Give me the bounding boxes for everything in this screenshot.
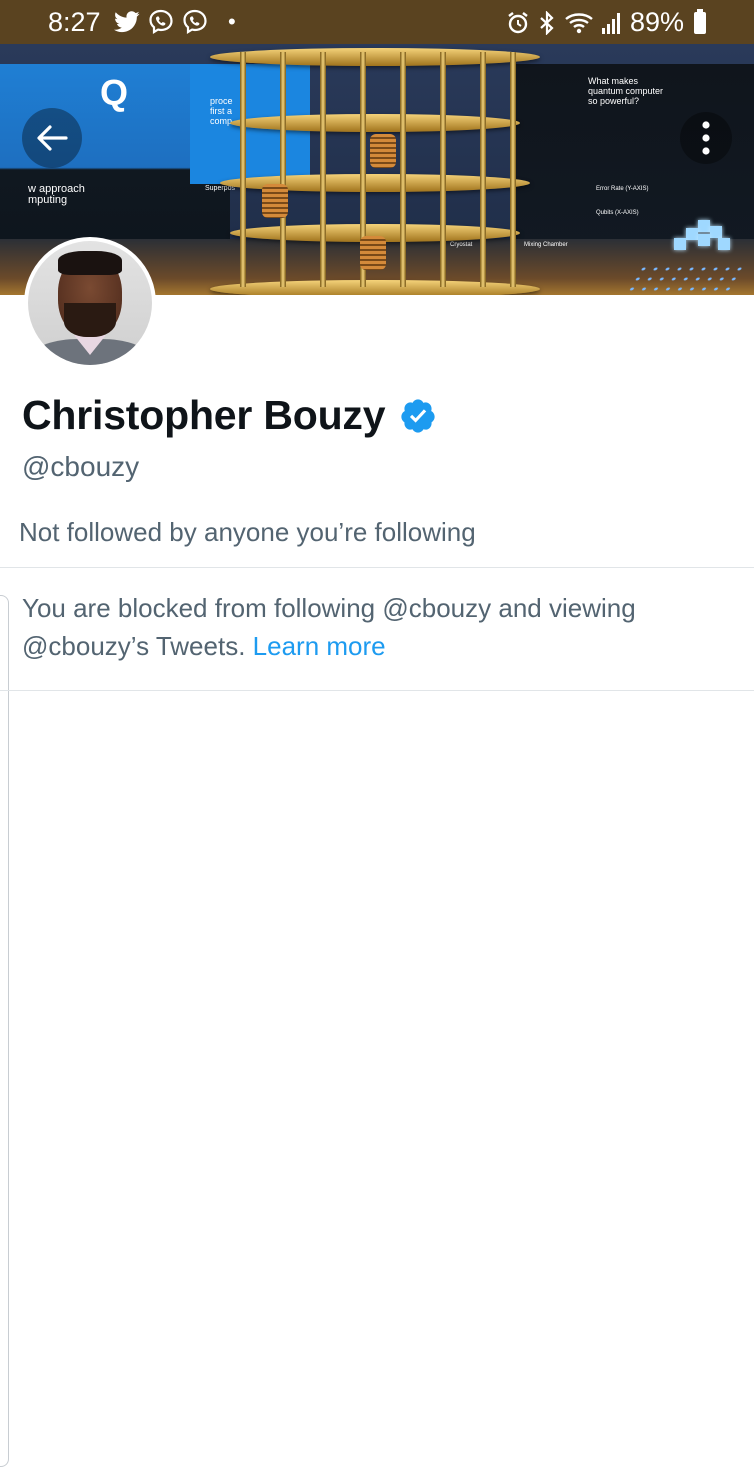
wifi-icon: [565, 12, 593, 33]
vertical-dots-icon: [702, 121, 710, 155]
notification-dot-icon: •: [228, 9, 236, 34]
quantum-cryostat: [210, 44, 540, 295]
battery-icon: [694, 8, 706, 34]
display-name-text: Christopher Bouzy: [22, 392, 386, 438]
profile-handle: @cbouzy: [22, 451, 140, 482]
viber-icon: [183, 9, 207, 34]
avatar[interactable]: [24, 237, 156, 369]
qubit-cubes: [674, 220, 734, 260]
status-time: 8:27: [48, 7, 101, 37]
divider: [0, 567, 754, 568]
banner-text: mputing: [28, 194, 68, 206]
more-options-button[interactable]: [680, 112, 732, 164]
status-bar: 8:27 • 89%: [0, 0, 754, 44]
banner-text: quantum computer: [588, 86, 664, 96]
verified-badge-icon: [401, 398, 435, 433]
status-right-icons: 89%: [506, 7, 706, 38]
avatar-photo: [28, 241, 152, 365]
bluetooth-icon: [540, 10, 554, 35]
banner-letter: Q: [100, 72, 129, 113]
alarm-icon: [508, 11, 528, 33]
battery-percentage: 89%: [629, 7, 684, 37]
banner-text: Qubits (X-AXIS): [596, 210, 639, 216]
banner-text: Error Rate (Y-AXIS): [596, 186, 649, 192]
banner-text: What makes: [588, 76, 639, 86]
status-left-icons: •: [114, 9, 236, 35]
side-panel-edge: [0, 595, 9, 1467]
blocked-notice: You are blocked from following @cbouzy a…: [0, 569, 754, 1467]
blocked-message: You are blocked from following @cbouzy a…: [22, 589, 722, 665]
banner-text: so powerful?: [588, 96, 640, 106]
learn-more-link[interactable]: Learn more: [253, 631, 386, 661]
followers-you-know: Not followed by anyone you’re following: [19, 517, 476, 547]
banner-text: w approach: [28, 183, 85, 195]
twitter-icon: [114, 11, 140, 33]
signal-icon: [601, 12, 620, 34]
viber-icon: [149, 9, 173, 34]
arrow-left-icon: [37, 125, 68, 151]
divider: [0, 690, 754, 691]
qubit-grid: [619, 264, 751, 295]
display-name: Christopher Bouzy: [22, 392, 437, 439]
back-button[interactable]: [22, 108, 82, 168]
